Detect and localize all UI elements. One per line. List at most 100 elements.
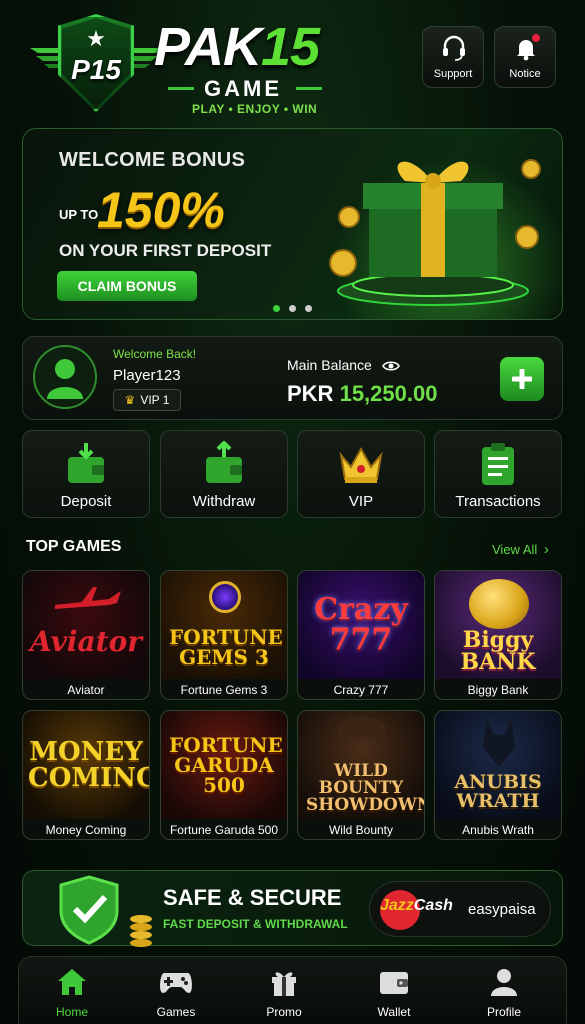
game-card-wild-bounty-showdown[interactable]: WILD BOUNTY SHOWDOWN Wild Bounty Showdow… [297,710,425,840]
vip-badge[interactable]: ♛ VIP 1 [113,389,181,411]
banner-title: WELCOME BONUS [59,149,246,171]
claim-bonus-button[interactable]: CLAIM BONUS [57,271,197,301]
withdraw-label: Withdraw [192,493,256,510]
banner-amount: 150% [97,182,225,238]
chevron-right-icon: › [543,541,549,558]
safe-secure-banner: SAFE & SECURE FAST DEPOSIT & WITHDRAWAL … [22,870,563,947]
game-name-wild-bounty-showdown: Wild Bounty Showdown [328,823,394,839]
balance-label: Main Balance [287,357,400,373]
game-art-wild-bounty-showdown: WILD BOUNTY SHOWDOWN [306,760,425,815]
brand-title-main: PAK [154,17,262,77]
gem-icon [209,581,241,613]
game-art-money-coming: MONEY COMING [28,737,150,793]
nav-promo[interactable]: Promo [234,957,334,1024]
eye-icon[interactable] [381,360,400,372]
game-name-crazy-777: Crazy 777 [333,683,389,697]
profile-icon [491,969,517,996]
payment-methods: JazzCash easypaisa [369,881,551,937]
game-art-anubis-wrath: ANUBIS WRATH [454,771,542,812]
game-art-biggy-bank: Biggy BANK [460,627,536,675]
game-card-aviator[interactable]: Aviator Aviator [22,570,150,700]
crown-icon: ♛ [124,393,136,407]
view-all-link[interactable]: View All › [492,541,549,558]
game-name-aviator: Aviator [67,683,105,697]
gift-box-icon [329,159,541,306]
gamepad-icon [160,973,192,993]
nav-games[interactable]: Games [126,957,226,1024]
brand-tagline: PLAY • ENJOY • WIN [192,102,318,116]
game-name-money-coming: Money Coming [45,823,127,837]
home-icon [58,969,86,995]
vip-label: VIP [348,493,374,510]
balance-amount: 15,250.00 [339,381,438,406]
nav-wallet-label: Wallet [377,1005,411,1019]
star-icon: ★ [86,26,106,51]
support-button[interactable]: Support [422,26,484,88]
app-header: ★ P15 PAK15 GAME PLAY • ENJOY • WIN Supp… [0,0,585,120]
secure-title: SAFE & SECURE [163,885,342,910]
banner-dot-2[interactable] [289,305,296,312]
game-art-fortune-garuda-500: FORTUNE GARUDA 500 [169,733,283,797]
brand-title: PAK15 [154,16,320,78]
brand-sub-line-left [168,87,194,90]
banner-dot-1[interactable] [273,305,280,312]
game-name-fortune-garuda-500: Fortune Garuda 500 [169,823,279,837]
game-name-biggy-bank: Biggy Bank [467,683,529,697]
view-all-label: View All [492,542,538,557]
nav-profile[interactable]: Profile [454,957,554,1024]
banner-dot-3[interactable] [305,305,312,312]
add-funds-button[interactable] [500,357,544,401]
game-art-aviator: Aviator [30,625,142,658]
game-card-fortune-garuda-500[interactable]: FORTUNE GARUDA 500 Fortune Garuda 500 [160,710,288,840]
piggy-icon [469,579,529,629]
top-games-title: TOP GAMES [26,538,122,555]
support-label: Support [433,68,473,80]
logo-badge-text: P15 [71,54,121,85]
promo-banner[interactable]: WELCOME BONUS UP TO 150% ON YOUR FIRST D… [22,128,563,320]
nav-profile-label: Profile [486,1005,521,1019]
game-art-fortune-gems-3: FORTUNE GEMS 3 [169,625,283,669]
game-card-anubis-wrath[interactable]: ANUBIS WRATH Anubis Wrath [434,710,562,840]
anubis-icon [483,717,515,767]
cowboy-hat-icon [338,717,386,737]
game-card-money-coming[interactable]: MONEY COMING Money Coming [22,710,150,840]
notice-label: Notice [509,68,541,80]
easypaisa-label: easypaisa [468,901,536,918]
nav-promo-label: Promo [266,1005,302,1019]
wallet-deposit-icon [68,443,104,483]
plus-icon [512,369,532,389]
game-card-fortune-gems-3[interactable]: FORTUNE GEMS 3 Fortune Gems 3 [160,570,288,700]
crown-icon [339,446,383,483]
transactions-tile[interactable]: Transactions [434,430,562,518]
welcome-text: Welcome Back! [113,347,197,361]
account-card: Welcome Back! Player123 ♛ VIP 1 Main Bal… [22,336,563,420]
headset-icon [443,35,465,61]
vip-tile[interactable]: VIP [297,430,425,518]
notice-button[interactable]: Notice [494,26,556,88]
game-card-biggy-bank[interactable]: Biggy BANK Biggy Bank [434,570,562,700]
plane-icon [55,587,121,609]
balance-value: PKR 15,250.00 [287,381,437,407]
wallet-withdraw-icon [206,441,242,483]
banner-pagination [273,305,312,312]
nav-wallet[interactable]: Wallet [344,957,444,1024]
bottom-navigation: Home Games Promo Wallet Profile [18,956,567,1024]
secure-subtitle: FAST DEPOSIT & WITHDRAWAL [163,917,348,931]
nav-home[interactable]: Home [22,957,122,1024]
shield-check-icon [59,875,152,947]
nav-home-label: Home [55,1005,88,1019]
withdraw-tile[interactable]: Withdraw [160,430,288,518]
jazzcash-label: JazzCash [380,897,453,914]
user-icon [47,359,83,399]
banner-subtitle: ON YOUR FIRST DEPOSIT [59,241,272,260]
avatar[interactable] [33,345,97,409]
gift-icon [272,972,296,996]
game-card-crazy-777[interactable]: Crazy 777 Crazy 777 [297,570,425,700]
deposit-label: Deposit [60,493,112,510]
game-name-fortune-gems-3: Fortune Gems 3 [180,683,268,697]
game-art-crazy-777: Crazy 777 [314,592,408,657]
notification-dot [532,34,540,42]
clipboard-icon [482,443,514,485]
deposit-tile[interactable]: Deposit [22,430,150,518]
transactions-label: Transactions [455,493,541,510]
